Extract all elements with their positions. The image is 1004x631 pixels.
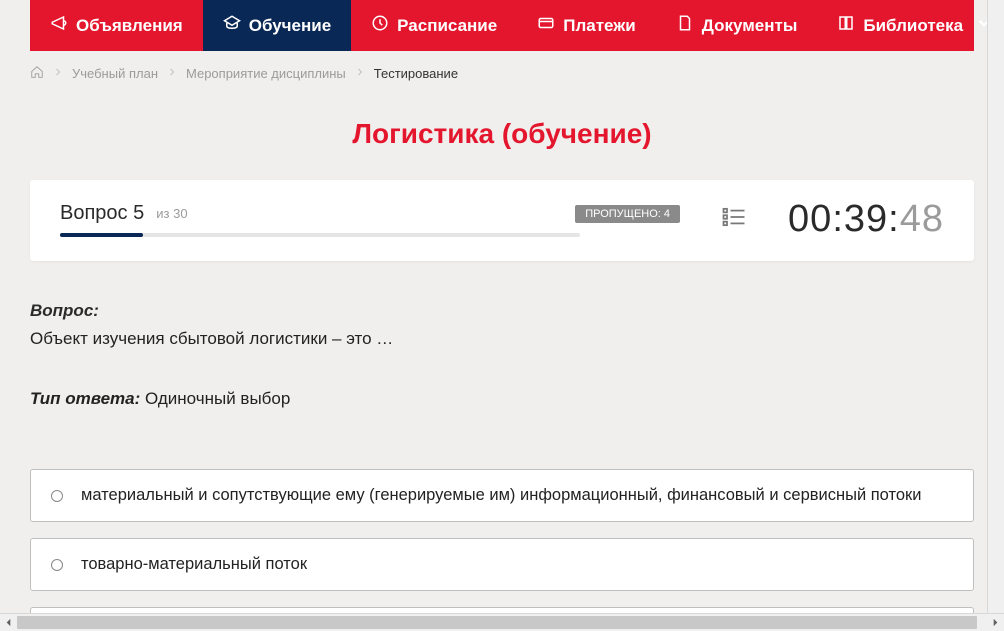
answer-type-label: Тип ответа: — [30, 389, 140, 408]
clock-icon — [371, 14, 389, 37]
nav-label: Обучение — [249, 16, 331, 36]
option-item[interactable]: материальный и сопутствующие ему (генери… — [30, 469, 974, 522]
nav-label: Объявления — [76, 16, 183, 36]
question-label: Вопрос: — [30, 301, 974, 321]
radio-icon[interactable] — [51, 559, 63, 571]
chevron-right-icon — [166, 66, 178, 81]
breadcrumb: Учебный план Мероприятие дисциплины Тест… — [0, 51, 1004, 96]
main-nav: Объявления Обучение Расписание Платежи Д… — [30, 0, 974, 51]
radio-icon[interactable] — [51, 490, 63, 502]
progress-fill — [60, 233, 143, 237]
nav-label: Библиотека — [863, 16, 963, 36]
question-body: Вопрос: Объект изучения сбытовой логисти… — [0, 261, 1004, 469]
progress-bar — [60, 233, 580, 237]
page-title: Логистика (обучение) — [0, 96, 1004, 180]
chevron-right-icon — [52, 66, 64, 81]
question-total: из 30 — [156, 206, 187, 221]
breadcrumb-item-plan[interactable]: Учебный план — [72, 66, 158, 81]
nav-label: Расписание — [397, 16, 497, 36]
megaphone-icon — [50, 14, 68, 37]
chevron-right-icon — [354, 66, 366, 81]
nav-learning[interactable]: Обучение — [203, 0, 351, 51]
question-number: Вопрос 5 — [60, 202, 144, 225]
scroll-thumb[interactable] — [17, 616, 977, 629]
breadcrumb-item-discipline[interactable]: Мероприятие дисциплины — [186, 66, 346, 81]
card-icon — [537, 14, 555, 37]
scroll-right-button[interactable] — [987, 614, 1004, 631]
skipped-badge: ПРОПУЩЕНО: 4 — [575, 205, 680, 223]
scroll-left-button[interactable] — [0, 614, 17, 631]
option-text: материальный и сопутствующие ему (генери… — [81, 486, 921, 505]
nav-library[interactable]: Библиотека — [817, 0, 1004, 51]
nav-label: Платежи — [563, 16, 636, 36]
vertical-scrollbar[interactable] — [987, 0, 1004, 613]
option-item[interactable]: товарно-материальный поток — [30, 538, 974, 591]
graduation-icon — [223, 14, 241, 37]
option-text: товарно-материальный поток — [81, 555, 307, 574]
document-icon — [676, 14, 694, 37]
quiz-header: Вопрос 5 из 30 ПРОПУЩЕНО: 4 00:39:48 — [30, 180, 974, 261]
nav-announcements[interactable]: Объявления — [30, 0, 203, 51]
nav-payments[interactable]: Платежи — [517, 0, 656, 51]
breadcrumb-item-testing: Тестирование — [374, 66, 458, 81]
nav-documents[interactable]: Документы — [656, 0, 818, 51]
home-icon[interactable] — [30, 65, 44, 82]
nav-schedule[interactable]: Расписание — [351, 0, 517, 51]
timer: 00:39:48 — [788, 198, 944, 241]
question-text: Объект изучения сбытовой логистики – это… — [30, 329, 974, 349]
book-icon — [837, 14, 855, 37]
question-list-button[interactable] — [680, 203, 788, 236]
horizontal-scrollbar[interactable] — [0, 613, 1004, 630]
nav-label: Документы — [702, 16, 798, 36]
answer-type-value: Одиночный выбор — [145, 389, 290, 408]
scroll-track[interactable] — [17, 614, 987, 630]
options-list: материальный и сопутствующие ему (генери… — [0, 469, 1004, 613]
